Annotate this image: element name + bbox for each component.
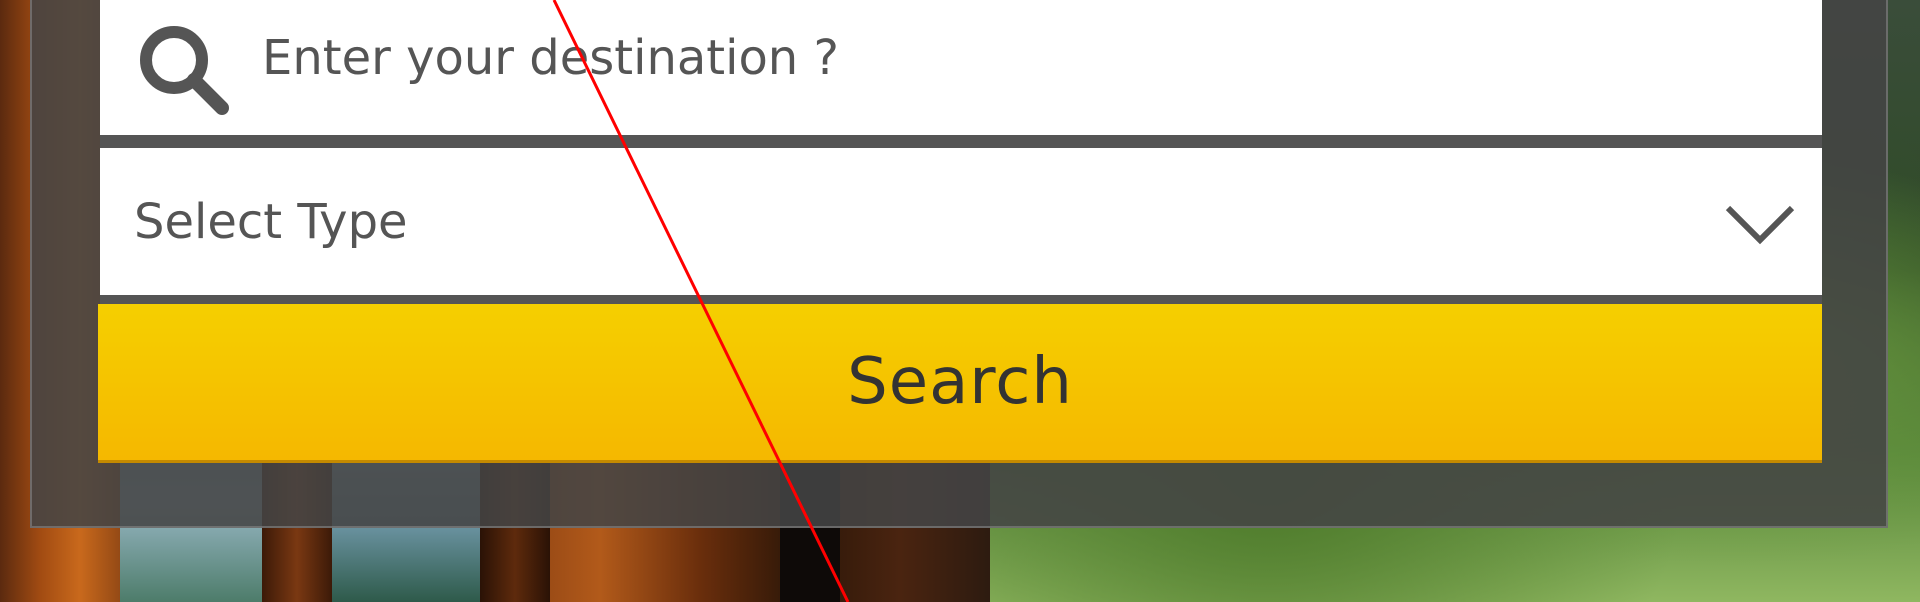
- chevron-down-icon[interactable]: [1722, 200, 1798, 250]
- search-button[interactable]: Search: [98, 304, 1822, 460]
- search-icon: [134, 20, 234, 120]
- type-select-label: Select Type: [134, 194, 408, 250]
- divider: [100, 295, 1822, 304]
- divider: [100, 135, 1822, 148]
- destination-input[interactable]: [262, 18, 1762, 98]
